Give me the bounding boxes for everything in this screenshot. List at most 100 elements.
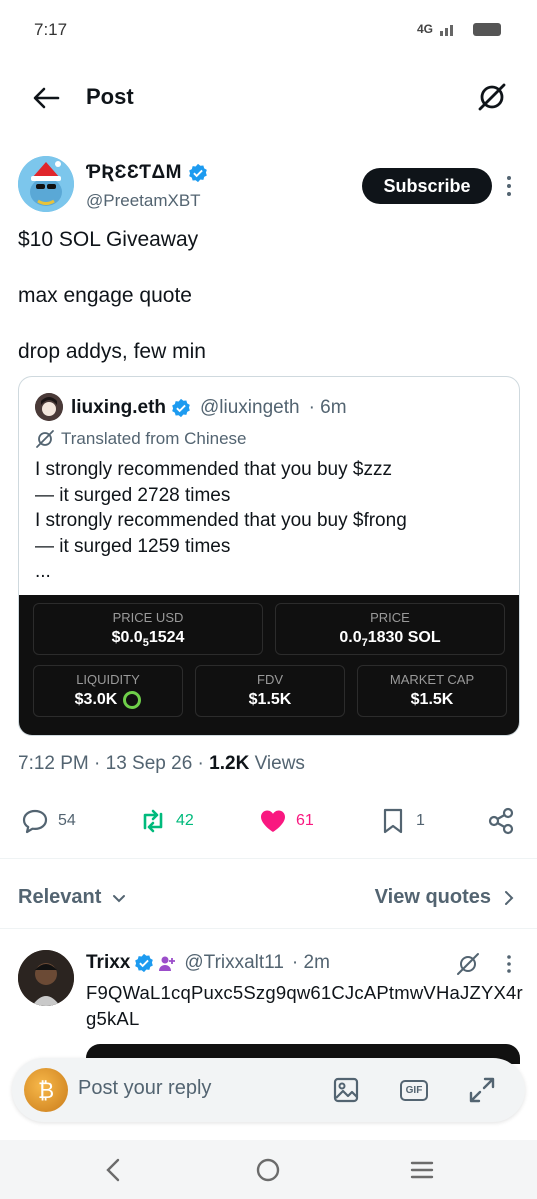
image-icon[interactable] [330,1074,362,1106]
chevron-right-icon [505,890,514,905]
person-avatar-icon [18,950,74,1006]
chevron-down-icon [113,894,126,902]
fdv-value: $1.5K [248,691,292,708]
price-usd-value: $0.051524 [111,629,185,650]
market-cap-cell: MARKET CAP $1.5K [357,665,507,717]
post-text: $10 SOL Giveaway max engage quote drop a… [18,226,518,394]
post-timestamp[interactable]: 7:12 PM · 13 Sep 26 · [18,753,209,774]
post-text-line: max engage quote [18,284,192,307]
expand-icon[interactable] [466,1074,498,1106]
status-time: 7:17 [34,20,68,39]
heart-icon [261,810,285,832]
views-label: Views [249,753,305,774]
translated-label: Translated from Chinese [61,429,247,448]
reply-composer[interactable]: ₿ Post your reply GIF [12,1058,525,1122]
market-cap-label: MARKET CAP [389,672,475,687]
more-options-icon[interactable] [502,174,516,198]
liquidity-label: LIQUIDITY [76,672,140,687]
quoted-post[interactable]: liuxing.eth @liuxingeth · 6m Translated … [18,376,520,736]
gif-button[interactable]: GIF [398,1074,430,1106]
repost-icon [143,809,163,833]
quote-text-line: I strongly recommended that you buy $zzz [35,459,392,480]
post-meta: 7:12 PM · 13 Sep 26 · 1.2K Views [18,753,305,775]
quote-media-image[interactable]: PRICE USD $0.051524 PRICE 0.071830 SOL L… [19,595,519,735]
bookmark-count: 1 [416,812,425,829]
nav-home-icon[interactable] [252,1154,284,1186]
reply-author-avatar[interactable] [18,950,74,1006]
divider [0,858,537,859]
replies-sort-bar: Relevant View quotes [0,880,537,916]
quote-text-line: — it surged 1259 times [35,535,231,557]
post-header: Post [0,70,537,126]
reply-author: Trixx @Trixxalt11 · 2m [86,952,330,974]
post-text-line: drop addys, few min [18,340,206,363]
more-options-icon[interactable] [502,954,516,974]
quote-text-line: — it surged 2728 times [35,484,231,506]
quote-text: I strongly recommended that you buy $zzz… [35,457,515,585]
grok-translate-icon [36,430,54,448]
like-count: 61 [296,812,314,829]
reply-item[interactable]: Trixx @Trixxalt11 · 2m F9QWaL1cqPuxc5Szg… [18,948,523,1064]
status-icons: 4G [417,22,501,36]
nav-recents-icon[interactable] [406,1154,438,1186]
sort-relevant-dropdown[interactable]: Relevant [18,886,127,909]
post-text-line: $10 SOL Giveaway [18,228,199,251]
subscribe-button[interactable]: Subscribe [362,168,492,204]
author-name[interactable]: ƤƦƐƐƬΔM [86,162,208,184]
network-label: 4G [416,22,433,36]
divider [0,928,537,929]
quote-time: · 6m [308,397,347,418]
market-cap-value: $1.5K [410,691,454,708]
quote-author-handle: @liuxingeth [200,397,300,418]
verified-badge-icon [189,163,207,183]
liquidity-value: $3.0K [74,691,118,708]
reply-time: · 2m [291,952,330,973]
gif-label: GIF [399,1079,429,1101]
bear-avatar-icon [18,156,74,212]
translated-indicator[interactable]: Translated from Chinese [35,429,247,449]
repost-count: 42 [176,812,194,829]
bookmark-button[interactable]: 1 [378,806,425,836]
grok-icon[interactable] [475,80,509,114]
nav-back-icon[interactable] [98,1154,130,1186]
quote-text-line: ... [35,561,51,582]
share-button[interactable] [486,806,516,836]
verified-badge-icon [135,953,154,973]
like-button[interactable]: 61 [258,806,314,836]
price-sol-cell: PRICE 0.071830 SOL [275,603,505,655]
battery-icon [473,22,501,36]
reply-button[interactable]: 54 [20,806,76,836]
system-nav-bar [0,1140,537,1199]
author-avatar[interactable] [18,156,74,212]
liquidity-cell: LIQUIDITY $3.0K [33,665,183,717]
author-name-text: ƤƦƐƐƬΔM [86,162,182,183]
author-handle[interactable]: @PreetamXBT [86,191,201,211]
page-title: Post [86,84,134,109]
bookmark-icon [383,808,403,834]
anime-avatar-icon [35,393,63,421]
view-quotes-link[interactable]: View quotes [375,886,515,909]
quote-author: liuxing.eth @liuxingeth · 6m [71,397,347,419]
verified-badge-icon [172,398,190,418]
reply-icon [22,809,48,834]
reply-input[interactable]: Post your reply [78,1077,211,1100]
reply-count: 54 [58,812,76,829]
grok-icon[interactable] [454,950,482,978]
fdv-cell: FDV $1.5K [195,665,345,717]
my-avatar: ₿ [24,1068,68,1112]
price-label: PRICE [370,610,410,625]
signal-icon [440,25,453,36]
price-sol-value: 0.071830 SOL [339,629,441,650]
quote-text-line: I strongly recommended that you buy $fro… [35,510,407,531]
quote-author-name: liuxing.eth [71,397,166,418]
sort-relevant-label: Relevant [18,886,102,908]
svg-text:₿: ₿ [38,1079,54,1104]
affiliate-badge-icon [159,956,176,971]
bitcoin-icon: ₿ [38,1079,54,1104]
views-count: 1.2K [209,753,250,774]
quote-author-avatar [35,393,63,421]
repost-button[interactable]: 42 [138,806,194,836]
lock-icon [123,691,142,709]
post-actions: 54 42 61 1 [0,800,537,844]
back-arrow-icon[interactable] [30,82,62,114]
